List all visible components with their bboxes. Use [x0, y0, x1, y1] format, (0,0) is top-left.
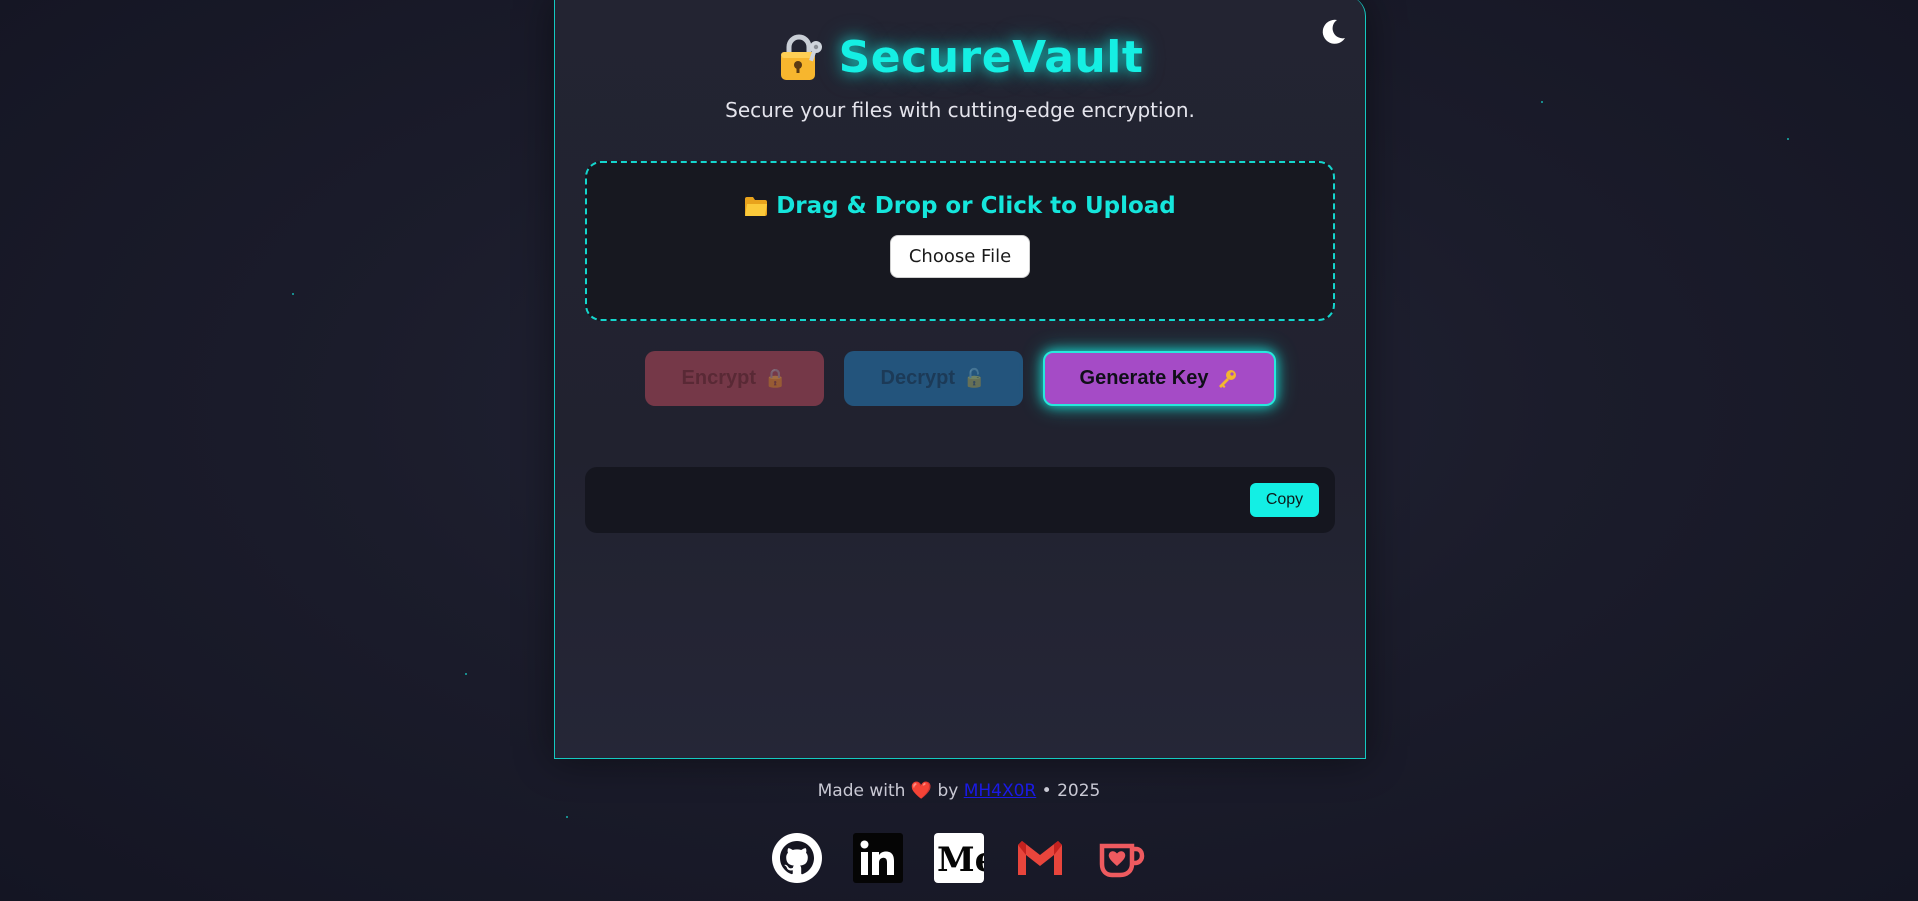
dropzone-label-row: Drag & Drop or Click to Upload: [744, 193, 1176, 219]
background-star: [292, 293, 294, 295]
lock-icon: 🔒: [764, 368, 787, 388]
background-star: [1787, 138, 1789, 140]
medium-icon[interactable]: Me: [934, 833, 984, 883]
folder-icon: [745, 197, 768, 216]
heart-icon: ❤️: [910, 781, 933, 801]
lock-key-icon: [780, 34, 822, 80]
background-star: [465, 673, 467, 675]
header: SecureVault: [555, 32, 1365, 83]
encrypt-label: Encrypt: [681, 367, 757, 389]
copy-button[interactable]: Copy: [1250, 483, 1319, 517]
background-star: [1541, 101, 1543, 103]
encrypt-button[interactable]: Encrypt 🔒: [644, 351, 824, 406]
main-card: SecureVault Secure your files with cutti…: [554, 0, 1366, 759]
footer-year: • 2025: [1041, 781, 1101, 801]
svg-text:Me: Me: [937, 840, 984, 880]
decrypt-button[interactable]: Decrypt 🔓: [843, 351, 1023, 406]
unlock-icon: 🔓: [963, 368, 986, 388]
key-output: Copy: [585, 467, 1335, 533]
social-links: Me: [0, 833, 1918, 883]
dropzone-label: Drag & Drop or Click to Upload: [776, 193, 1176, 219]
gmail-icon[interactable]: [1015, 833, 1065, 883]
kofi-icon[interactable]: [1096, 833, 1146, 883]
footer-made-with: Made with: [817, 781, 906, 801]
generate-key-button[interactable]: Generate Key: [1042, 351, 1276, 406]
key-icon: [1219, 369, 1237, 388]
author-link[interactable]: MH4X0R: [964, 781, 1037, 801]
linkedin-icon[interactable]: [853, 833, 903, 883]
footer-by: by: [937, 781, 959, 801]
background-star: [566, 816, 568, 818]
action-buttons: Encrypt 🔒 Decrypt 🔓 Generate Key: [555, 351, 1365, 406]
decrypt-label: Decrypt: [880, 367, 956, 389]
footer: Made with ❤️ by MH4X0R • 2025: [0, 781, 1918, 801]
app-subtitle: Secure your files with cutting-edge encr…: [725, 98, 1195, 122]
generate-key-label: Generate Key: [1079, 367, 1209, 389]
upload-dropzone[interactable]: Drag & Drop or Click to Upload Choose Fi…: [585, 161, 1335, 321]
choose-file-button[interactable]: Choose File: [889, 235, 1031, 278]
app-title: SecureVault: [838, 32, 1144, 83]
github-icon[interactable]: [772, 833, 822, 883]
